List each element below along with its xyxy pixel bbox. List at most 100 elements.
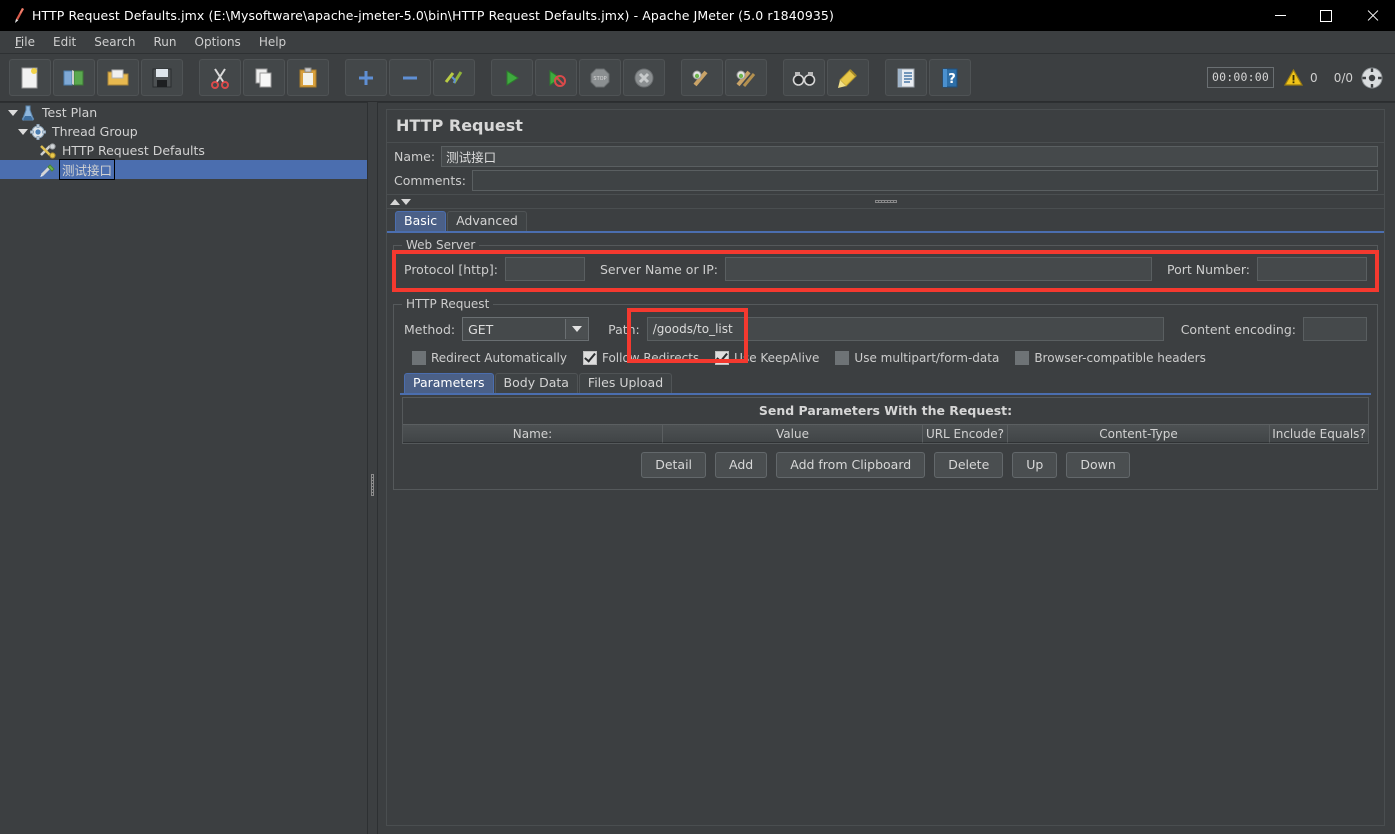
- chevron-down-icon[interactable]: [565, 319, 589, 339]
- clear-button[interactable]: [681, 59, 723, 96]
- maximize-button[interactable]: [1303, 0, 1349, 31]
- tree-expander-thread-group[interactable]: [16, 128, 29, 135]
- toggle-button[interactable]: [433, 59, 475, 96]
- menu-file[interactable]: FFile: [6, 33, 44, 51]
- web-server-legend: Web Server: [402, 238, 480, 252]
- copy-button[interactable]: [243, 59, 285, 96]
- menu-edit[interactable]: Edit: [44, 33, 85, 51]
- tree-node-thread-group[interactable]: Thread Group: [0, 122, 367, 141]
- tree-node-http-request[interactable]: 测试接口: [0, 159, 367, 180]
- start-no-pauses-button[interactable]: [535, 59, 577, 96]
- checkbox-use-multipart-form-data[interactable]: Use multipart/form-data: [835, 351, 999, 365]
- tree-label-thread-group: Thread Group: [52, 124, 138, 139]
- content-encoding-label: Content encoding:: [1180, 321, 1296, 337]
- path-input[interactable]: /goods/to_list: [646, 317, 1164, 341]
- clear-all-button[interactable]: [725, 59, 767, 96]
- save-button[interactable]: [141, 59, 183, 96]
- open-icon: [107, 69, 129, 85]
- paste-button[interactable]: [287, 59, 329, 96]
- name-row: Name: 测试接口: [387, 143, 1384, 170]
- tab-parameters[interactable]: Parameters: [404, 373, 494, 393]
- window-controls: [1257, 0, 1395, 31]
- column-header-value[interactable]: Value: [663, 424, 923, 443]
- tree-node-http-request-defaults[interactable]: HTTP Request Defaults: [0, 141, 367, 160]
- main-tabs: Basic Advanced: [387, 211, 1384, 233]
- warning-triangle-icon[interactable]: [1284, 69, 1304, 86]
- chevron-down-icon[interactable]: [401, 198, 411, 205]
- comments-input[interactable]: [471, 170, 1378, 191]
- expand-all-button[interactable]: [345, 59, 387, 96]
- checkbox-box: [1015, 351, 1030, 365]
- delete-button[interactable]: Delete: [934, 452, 1004, 478]
- comments-label: Comments:: [394, 173, 466, 188]
- close-button[interactable]: [1349, 0, 1395, 31]
- tree-label-http-request: 测试接口: [59, 159, 116, 180]
- web-server-row: Protocol [http]: Server Name or IP: Port…: [400, 255, 1371, 283]
- stop-button[interactable]: STOP: [579, 59, 621, 96]
- main-split: Test Plan Thread Group HTTP Request Defa…: [0, 102, 1395, 834]
- new-button[interactable]: [9, 59, 51, 96]
- tab-body-data[interactable]: Body Data: [494, 373, 578, 393]
- cut-icon: [211, 67, 229, 89]
- content-encoding-input[interactable]: [1303, 317, 1367, 341]
- maximize-icon: [1320, 9, 1332, 22]
- column-header-content-type[interactable]: Content-Type: [1008, 424, 1270, 443]
- toolbar-status: 00:00:00 0 0/0: [1207, 67, 1383, 89]
- up-button[interactable]: Up: [1012, 452, 1058, 478]
- checkbox-follow-redirects[interactable]: Follow Redirects: [582, 351, 699, 365]
- tab-files-upload[interactable]: Files Upload: [578, 373, 673, 393]
- server-name-input[interactable]: [725, 257, 1153, 281]
- remote-engines-icon[interactable]: [1361, 67, 1383, 89]
- templates-icon: [63, 69, 84, 85]
- down-button[interactable]: Down: [1066, 452, 1130, 478]
- menu-options-label: Options: [194, 35, 241, 49]
- tree-expander-test-plan[interactable]: [6, 109, 19, 116]
- vertical-splitter[interactable]: [367, 102, 378, 834]
- tab-advanced[interactable]: Advanced: [447, 211, 527, 231]
- search-button[interactable]: [783, 59, 825, 96]
- collapse-all-button[interactable]: [389, 59, 431, 96]
- horizontal-splitter[interactable]: [387, 194, 1384, 209]
- port-number-input[interactable]: [1257, 257, 1367, 281]
- chevron-up-icon[interactable]: [390, 198, 400, 205]
- add-from-clipboard-button[interactable]: Add from Clipboard: [776, 452, 926, 478]
- column-header-url-encode[interactable]: URL Encode?: [923, 424, 1008, 443]
- request-sub-tabs: Parameters Body Data Files Upload: [400, 373, 1371, 395]
- shutdown-button[interactable]: [623, 59, 665, 96]
- tree-node-test-plan[interactable]: Test Plan: [0, 103, 367, 122]
- protocol-label: Protocol [http]:: [404, 261, 498, 277]
- start-icon: [506, 69, 519, 86]
- parameters-table-panel: Send Parameters With the Request: Name: …: [402, 397, 1369, 444]
- protocol-input[interactable]: [504, 257, 585, 281]
- name-input[interactable]: 测试接口: [441, 146, 1378, 167]
- collapse-all-icon: [403, 76, 417, 79]
- cut-button[interactable]: [199, 59, 241, 96]
- detail-button[interactable]: Detail: [641, 452, 707, 478]
- open-button[interactable]: [97, 59, 139, 96]
- menu-search[interactable]: Search: [85, 33, 144, 51]
- add-button[interactable]: Add: [715, 452, 768, 478]
- checkbox-browser-compatible-headers[interactable]: Browser-compatible headers: [1015, 351, 1206, 365]
- column-header-name[interactable]: Name:: [403, 424, 663, 443]
- test-plan-tree[interactable]: Test Plan Thread Group HTTP Request Defa…: [0, 102, 367, 834]
- splitter-grip: [371, 474, 374, 496]
- menu-help[interactable]: Help: [250, 33, 295, 51]
- minimize-button[interactable]: [1257, 0, 1303, 31]
- threads-running-count: 0/0: [1333, 70, 1353, 85]
- start-button[interactable]: [491, 59, 533, 96]
- start-no-pauses-icon: [549, 69, 566, 87]
- paste-icon: [299, 67, 317, 87]
- splitter-arrows[interactable]: [390, 198, 411, 205]
- method-select[interactable]: GET: [462, 317, 590, 341]
- menu-options[interactable]: Options: [186, 33, 250, 51]
- column-header-include-equals[interactable]: Include Equals?: [1270, 424, 1368, 443]
- tab-basic[interactable]: Basic: [395, 211, 447, 231]
- templates-button[interactable]: [53, 59, 95, 96]
- search-reset-button[interactable]: [827, 59, 869, 96]
- checkbox-use-keepalive[interactable]: Use KeepAlive: [715, 351, 819, 365]
- menu-run[interactable]: Run: [144, 33, 185, 51]
- function-helper-button[interactable]: [885, 59, 927, 96]
- http-request-panel: HTTP Request Name: 测试接口 Comments: Basic …: [386, 109, 1385, 826]
- help-button[interactable]: ?: [929, 59, 971, 96]
- checkbox-redirect-automatically[interactable]: Redirect Automatically: [412, 351, 567, 365]
